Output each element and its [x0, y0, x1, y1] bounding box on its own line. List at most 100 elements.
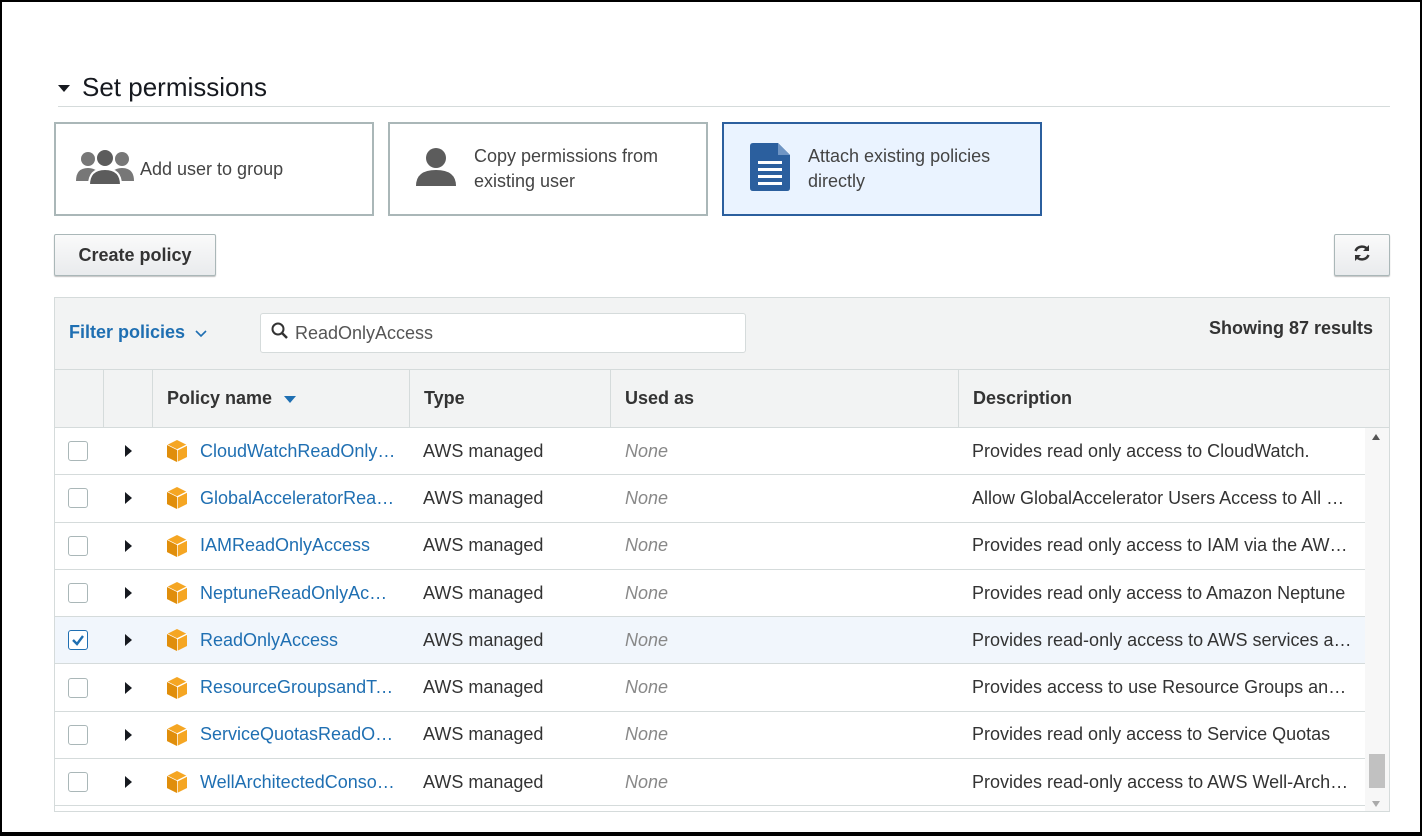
policy-description: Provides read only access to CloudWatch.	[972, 440, 1310, 461]
option-attach-policies[interactable]: Attach existing policies directly	[722, 122, 1042, 216]
user-icon	[414, 146, 458, 193]
option-copy-permissions[interactable]: Copy permissions from existing user	[388, 122, 708, 216]
policy-name-link[interactable]: ServiceQuotasReadOnlyAccess	[200, 724, 396, 745]
table-row[interactable]: CloudWatchReadOnlyAccess AWS managed Non…	[55, 428, 1367, 476]
checkmark-icon	[72, 635, 84, 647]
vertical-scrollbar[interactable]	[1365, 428, 1389, 811]
header-policy-name[interactable]: Policy name	[153, 370, 410, 427]
row-checkbox[interactable]	[68, 677, 88, 698]
filter-policies-dropdown[interactable]: Filter policies	[69, 322, 207, 343]
header-description[interactable]: Description	[959, 370, 1389, 427]
policy-used-as: None	[625, 582, 669, 603]
policy-description: Provides access to use Resource Groups a…	[972, 677, 1352, 698]
policy-package-icon	[165, 439, 189, 468]
search-icon	[271, 322, 289, 345]
expand-row-icon[interactable]	[125, 539, 132, 552]
policy-description: Provides read only access to IAM via the…	[972, 535, 1352, 556]
refresh-button[interactable]	[1334, 234, 1390, 276]
policy-name-link[interactable]: WellArchitectedConsoleReadOnlyAccess	[200, 772, 396, 793]
row-checkbox[interactable]	[68, 772, 88, 793]
table-header: Policy name Type Used as Description	[55, 370, 1389, 428]
search-input[interactable]	[293, 317, 717, 349]
policy-type: AWS managed	[423, 677, 544, 698]
policy-used-as: None	[625, 487, 669, 508]
policy-used-as: None	[625, 440, 669, 461]
sort-desc-icon[interactable]	[284, 396, 297, 403]
header-expand-column	[104, 370, 153, 427]
expand-row-icon[interactable]	[125, 776, 132, 789]
expand-row-icon[interactable]	[125, 681, 132, 694]
option-label: Add user to group	[140, 158, 284, 179]
table-row[interactable]: WellArchitectedConsoleReadOnlyAccess AWS…	[55, 759, 1367, 807]
row-checkbox[interactable]	[68, 488, 88, 509]
chevron-down-icon	[195, 325, 207, 341]
row-checkbox[interactable]	[68, 630, 88, 651]
policy-used-as: None	[625, 535, 669, 556]
expand-row-icon[interactable]	[125, 634, 132, 647]
table-row[interactable]: ReadOnlyAccess AWS managed None Provides…	[55, 617, 1367, 665]
policy-used-as: None	[625, 677, 669, 698]
expand-row-icon[interactable]	[125, 728, 132, 741]
row-checkbox[interactable]	[68, 441, 88, 462]
header-label: Type	[424, 388, 465, 408]
policy-package-icon	[165, 770, 189, 799]
table-body: CloudWatchReadOnlyAccess AWS managed Non…	[55, 428, 1367, 807]
table-row[interactable]: ServiceQuotasReadOnlyAccess AWS managed …	[55, 711, 1367, 760]
policy-package-icon	[165, 723, 189, 752]
policy-description: Provides read only access to Service Quo…	[972, 724, 1331, 745]
row-checkbox[interactable]	[68, 724, 88, 745]
header-label: Description	[973, 388, 1073, 408]
option-label: Attach existing policies directly	[808, 146, 991, 191]
policy-description: Provides read only access to Amazon Nept…	[972, 582, 1346, 603]
policy-name-link[interactable]: ReadOnlyAccess	[200, 630, 338, 651]
policy-name-link[interactable]: IAMReadOnlyAccess	[200, 535, 370, 556]
policy-name-link[interactable]: NeptuneReadOnlyAccess	[200, 583, 396, 604]
policy-package-icon	[165, 676, 189, 705]
policy-used-as: None	[625, 724, 669, 745]
header-select-column	[55, 370, 104, 427]
expand-row-icon[interactable]	[125, 492, 132, 505]
row-checkbox[interactable]	[68, 535, 88, 556]
expand-row-icon[interactable]	[125, 445, 132, 458]
scroll-down-icon[interactable]	[1372, 801, 1380, 807]
row-checkbox[interactable]	[68, 583, 88, 604]
search-box[interactable]	[260, 313, 746, 353]
policy-type: AWS managed	[423, 582, 544, 603]
section-title: Set permissions	[82, 71, 267, 102]
table-row[interactable]: IAMReadOnlyAccess AWS managed None Provi…	[55, 522, 1367, 570]
policy-name-link[interactable]: ResourceGroupsandTagEditorReadOnlyAccess	[200, 677, 396, 698]
expand-row-icon[interactable]	[125, 587, 132, 600]
header-label: Used as	[625, 388, 695, 408]
header-label: Policy name	[167, 388, 273, 408]
policy-used-as: None	[625, 771, 669, 792]
policy-package-icon	[165, 534, 189, 563]
policy-name-link[interactable]: GlobalAcceleratorReadOnlyAccess	[200, 488, 396, 509]
section-header[interactable]: Set permissions	[58, 68, 1390, 107]
table-row[interactable]: NeptuneReadOnlyAccess AWS managed None P…	[55, 569, 1367, 618]
header-type[interactable]: Type	[410, 370, 611, 427]
policy-name-link[interactable]: CloudWatchReadOnlyAccess	[200, 441, 396, 462]
policy-package-icon	[165, 628, 189, 657]
create-policy-button[interactable]: Create policy	[54, 234, 216, 276]
scroll-thumb[interactable]	[1369, 754, 1385, 788]
policy-type: AWS managed	[423, 771, 544, 792]
table-row[interactable]: ResourceGroupsandTagEditorReadOnlyAccess…	[55, 664, 1367, 712]
policy-description: Provides read-only access to AWS service…	[972, 629, 1352, 650]
scroll-up-icon[interactable]	[1372, 434, 1380, 440]
filter-label: Filter policies	[69, 322, 186, 342]
policy-type: AWS managed	[423, 535, 544, 556]
policy-package-icon	[165, 486, 189, 515]
table-row[interactable]: GlobalAcceleratorReadOnlyAccess AWS mana…	[55, 475, 1367, 523]
policy-description: Allow GlobalAccelerator Users Access to …	[972, 487, 1352, 508]
collapse-caret-icon[interactable]	[58, 84, 70, 92]
policy-type: AWS managed	[423, 724, 544, 745]
option-label: Copy permissions from existing user	[474, 146, 659, 191]
policies-table: Filter policies Showing 87 results	[54, 297, 1390, 812]
filter-bar: Filter policies Showing 87 results	[55, 298, 1389, 370]
header-used-as[interactable]: Used as	[611, 370, 959, 427]
window-frame: Set permissions Add user to group Copy p…	[0, 0, 1422, 836]
results-count: Showing 87 results	[1208, 318, 1373, 338]
policy-type: AWS managed	[423, 629, 544, 650]
group-icon	[74, 147, 136, 192]
option-add-user-to-group[interactable]: Add user to group	[54, 122, 374, 216]
